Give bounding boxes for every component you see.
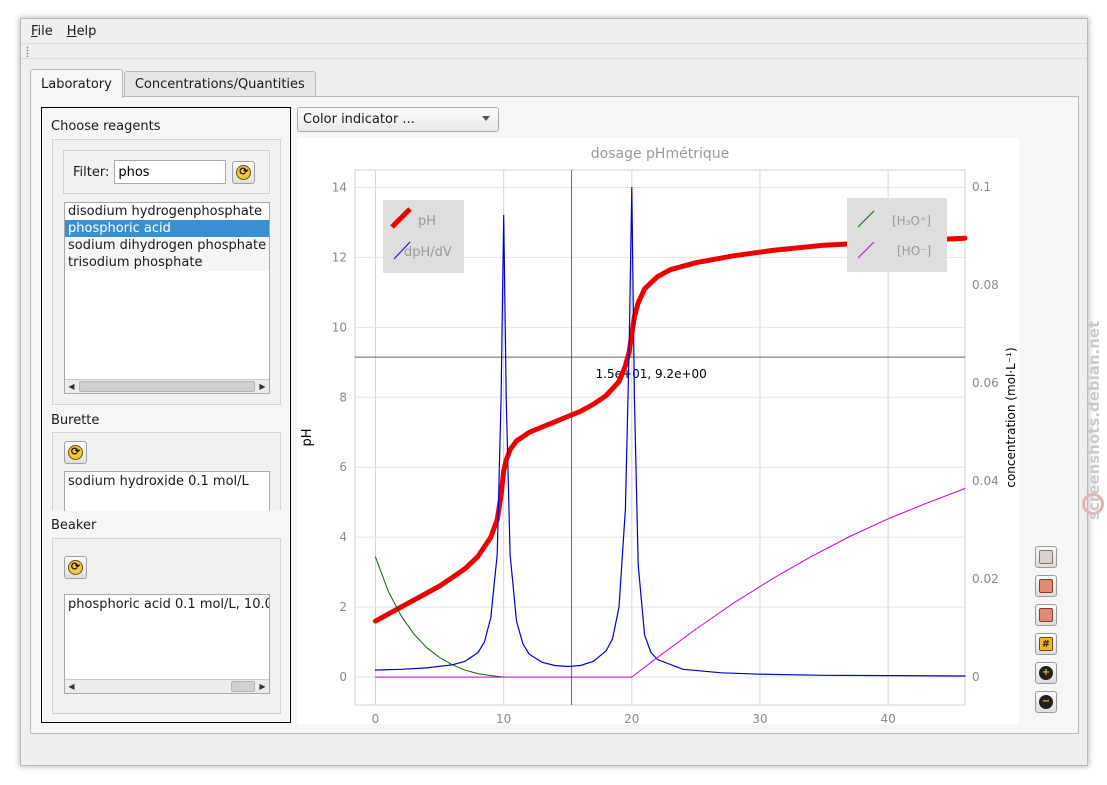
legend-dphdv-label: dpH/dV	[404, 245, 452, 260]
reagents-panel: Choose reagents Filter: ⟳ disodium hydro…	[41, 107, 291, 723]
burette-title: Burette	[51, 413, 100, 428]
color-indicator-select[interactable]: Color indicator ...	[297, 107, 499, 132]
zoom-out-icon: −	[1039, 695, 1053, 709]
x-tick-label: 10	[496, 712, 511, 724]
filter-row: Filter: ⟳	[63, 150, 270, 194]
x-tick-label: 30	[752, 712, 767, 724]
y-tick-label: 12	[332, 250, 347, 264]
export-button[interactable]	[1035, 546, 1057, 568]
beaker-group: ⟳ phosphoric acid 0.1 mol/L, 10.0 ◀ ▶	[52, 538, 281, 714]
beaker-content-text: phosphoric acid 0.1 mol/L, 10.0	[68, 597, 270, 612]
beaker-title: Beaker	[51, 518, 97, 533]
watermark: screenshots.debian.net	[1085, 320, 1103, 520]
filter-input[interactable]	[114, 160, 227, 184]
scroll-right-icon[interactable]: ▶	[256, 680, 269, 693]
beaker-refresh-button[interactable]: ⟳	[64, 556, 87, 579]
chevron-down-icon	[482, 116, 490, 121]
y-tick-label: 0	[339, 670, 347, 684]
print-button[interactable]	[1035, 604, 1057, 626]
scroll-left-icon[interactable]: ◀	[65, 680, 78, 693]
color-indicator-label: Color indicator ...	[303, 112, 415, 127]
save-image-icon	[1039, 579, 1053, 593]
filter-label: Filter:	[73, 164, 110, 180]
grid-toggle-button[interactable]: #	[1035, 633, 1057, 655]
list-item-selected[interactable]: phosphoric acid	[65, 220, 269, 237]
y-axis-label: pH	[300, 428, 315, 446]
print-icon	[1039, 608, 1053, 622]
y-tick-label: 4	[339, 530, 347, 544]
plot-toolbar: # + −	[1035, 546, 1059, 720]
scrollbar-thumb[interactable]	[231, 681, 255, 692]
reagent-list-scrollbar[interactable]: ◀ ▶	[65, 379, 269, 393]
filter-refresh-button[interactable]: ⟳	[232, 160, 256, 184]
y2-axis-label: concentration (mol·L⁻¹)	[1004, 347, 1018, 487]
legend-left-box	[383, 200, 464, 273]
list-item[interactable]: trisodium phosphate	[65, 254, 269, 271]
laboratory-panel: Choose reagents Filter: ⟳ disodium hydro…	[30, 96, 1079, 734]
beaker-scrollbar[interactable]: ◀ ▶	[65, 679, 269, 693]
toolbar-grip-handle[interactable]	[26, 46, 29, 57]
y2-tick-label: 0.06	[972, 376, 999, 390]
refresh-icon: ⟳	[68, 445, 83, 460]
burette-group: ⟳ sodium hydroxide 0.1 mol/L	[52, 432, 281, 511]
menu-help[interactable]: Help	[61, 24, 103, 39]
x-tick-label: 0	[372, 712, 380, 724]
menu-bar: File Help	[21, 19, 1087, 43]
y-tick-label: 10	[332, 320, 347, 334]
zoom-in-button[interactable]: +	[1035, 662, 1057, 684]
list-item[interactable]: sodium dihydrogen phosphate	[65, 237, 269, 254]
burette-content[interactable]: sodium hydroxide 0.1 mol/L	[64, 471, 270, 511]
y-tick-label: 2	[339, 600, 347, 614]
titration-chart[interactable]: 0 10 20 30 40 0 2 4 6 8 10 12 14 0 0.02 0.04 0.06 0.08 0.1…	[297, 138, 1019, 726]
toolbar-area	[21, 43, 1087, 59]
app-window: File Help Laboratory Concentrations/Quan…	[20, 18, 1088, 766]
cursor-readout: 1.5e+01, 9.2e+00	[596, 367, 707, 381]
tab-concentrations-quantities[interactable]: Concentrations/Quantities	[123, 71, 316, 97]
x-tick-label: 20	[624, 712, 639, 724]
save-image-button[interactable]	[1035, 575, 1057, 597]
refresh-icon: ⟳	[68, 560, 83, 575]
y-tick-label: 14	[332, 180, 347, 194]
refresh-icon: ⟳	[236, 164, 252, 180]
y2-tick-label: 0.08	[972, 278, 999, 292]
y2-tick-label: 0.02	[972, 572, 999, 586]
legend-ph-label: pH	[418, 214, 436, 229]
choose-reagents-title: Choose reagents	[51, 119, 161, 134]
y2-tick-label: 0	[972, 670, 980, 684]
y2-tick-label: 0.1	[972, 180, 991, 194]
tab-laboratory[interactable]: Laboratory	[30, 69, 123, 98]
y-tick-label: 6	[339, 460, 347, 474]
zoom-in-icon: +	[1039, 666, 1053, 680]
scrollbar-thumb[interactable]	[79, 381, 255, 392]
reagent-list[interactable]: disodium hydrogenphosphate phosphoric ac…	[64, 202, 270, 394]
y-tick-label: 8	[339, 390, 347, 404]
y2-tick-label: 0.04	[972, 474, 999, 488]
menu-file[interactable]: File	[25, 24, 59, 39]
scroll-right-icon[interactable]: ▶	[256, 380, 269, 393]
legend-right-box	[847, 198, 947, 272]
burette-content-text: sodium hydroxide 0.1 mol/L	[68, 474, 249, 489]
legend-ho-label: [HO⁻]	[897, 244, 931, 258]
beaker-content[interactable]: phosphoric acid 0.1 mol/L, 10.0 ◀ ▶	[64, 594, 270, 694]
scroll-left-icon[interactable]: ◀	[65, 380, 78, 393]
burette-refresh-button[interactable]: ⟳	[64, 441, 87, 464]
chart-title: dosage pHmétrique	[591, 146, 729, 162]
legend-h3o-label: [H₃O⁺]	[892, 214, 931, 228]
grid-icon: #	[1039, 637, 1053, 651]
tab-bar: Laboratory Concentrations/Quantities	[30, 69, 317, 98]
titration-plot[interactable]: 0 10 20 30 40 0 2 4 6 8 10 12 14 0 0.02 0.04 0.06 0.08 0.1…	[297, 138, 1019, 726]
export-icon	[1039, 550, 1053, 564]
x-tick-label: 40	[880, 712, 895, 724]
list-item[interactable]: disodium hydrogenphosphate	[65, 203, 269, 220]
zoom-out-button[interactable]: −	[1035, 691, 1057, 713]
reagents-group: Filter: ⟳ disodium hydrogenphosphate pho…	[52, 139, 281, 405]
